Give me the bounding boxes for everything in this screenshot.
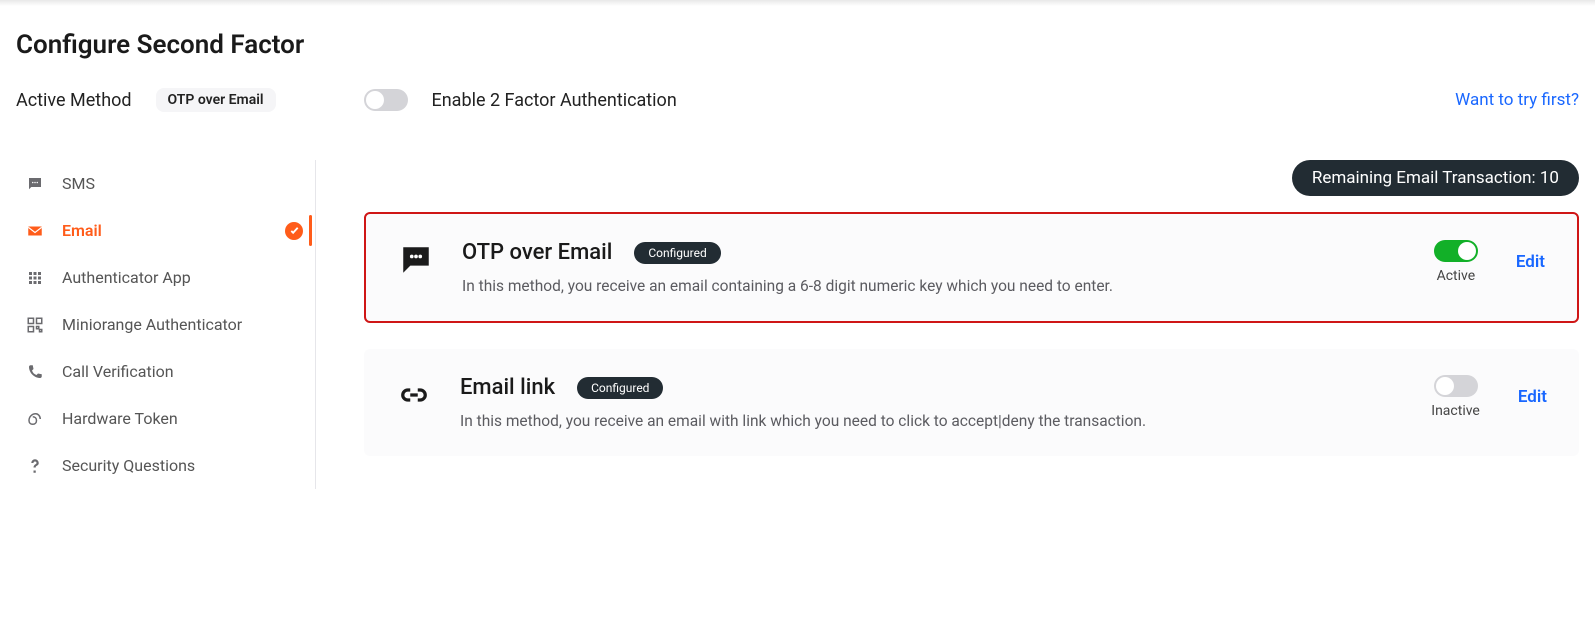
speech-icon — [398, 242, 434, 278]
try-first-link[interactable]: Want to try first? — [1455, 90, 1579, 110]
sidebar-item-miniorange-authenticator[interactable]: Miniorange Authenticator — [16, 301, 311, 348]
sidebar-item-label: Authenticator App — [62, 268, 191, 287]
call-icon — [26, 363, 44, 381]
method-active-toggle[interactable] — [1434, 240, 1478, 262]
sidebar-item-label: Security Questions — [62, 456, 195, 475]
method-title: Email link — [460, 375, 555, 400]
configured-badge: Configured — [577, 377, 663, 399]
method-card-email-link: Email link Configured In this method, you … — [364, 349, 1579, 456]
sidebar-item-hardware-token[interactable]: Hardware Token — [16, 395, 311, 442]
method-description: In this method, you receive an email con… — [462, 277, 1406, 295]
edit-method-link[interactable]: Edit — [1516, 252, 1545, 272]
sidebar-item-email[interactable]: Email — [16, 207, 311, 254]
check-icon — [285, 222, 303, 240]
edit-method-link[interactable]: Edit — [1518, 387, 1547, 407]
method-title: OTP over Email — [462, 240, 612, 265]
method-active-toggle[interactable] — [1434, 375, 1478, 397]
enable-2fa-toggle[interactable] — [364, 89, 408, 111]
sidebar-item-security-questions[interactable]: Security Questions — [16, 442, 311, 489]
method-card-otp-over-email: OTP over Email Configured In this method, … — [364, 212, 1579, 323]
sidebar-item-label: Hardware Token — [62, 409, 178, 428]
miniorange-icon — [26, 316, 44, 334]
question-icon — [26, 457, 44, 475]
page-title: Configure Second Factor — [16, 30, 1579, 60]
auth-app-icon — [26, 269, 44, 287]
active-method-value: OTP over Email — [156, 88, 276, 112]
sidebar-item-sms[interactable]: SMS — [16, 160, 311, 207]
sidebar-item-label: SMS — [62, 174, 95, 193]
sidebar-item-label: Call Verification — [62, 362, 174, 381]
active-method-label: Active Method — [16, 90, 132, 111]
sidebar-item-label: Miniorange Authenticator — [62, 315, 242, 334]
method-toggle-label: Active — [1437, 268, 1476, 284]
method-category-sidebar: SMS Email Authenticator App Miniorange Auth… — [16, 160, 316, 489]
sidebar-item-label: Email — [62, 221, 102, 240]
enable-2fa-label: Enable 2 Factor Authentication — [432, 90, 677, 111]
sms-icon — [26, 175, 44, 193]
configured-badge: Configured — [634, 242, 720, 264]
remaining-transactions-badge: Remaining Email Transaction: 10 — [1292, 160, 1579, 196]
hardware-icon — [26, 410, 44, 428]
method-toggle-label: Inactive — [1431, 403, 1480, 419]
sidebar-item-call-verification[interactable]: Call Verification — [16, 348, 311, 395]
link-icon — [396, 377, 432, 413]
sidebar-item-authenticator-app[interactable]: Authenticator App — [16, 254, 311, 301]
email-icon — [26, 222, 44, 240]
method-description: In this method, you receive an email wit… — [460, 412, 1403, 430]
